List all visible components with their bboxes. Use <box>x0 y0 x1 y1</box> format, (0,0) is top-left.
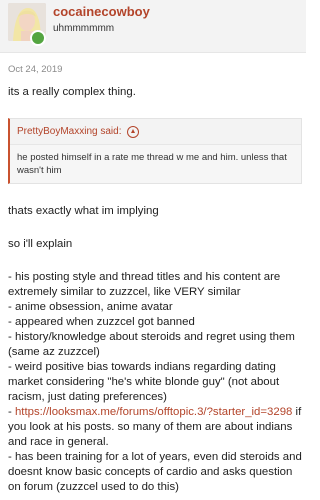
list-item: - weird positive bias towards indians re… <box>8 361 280 403</box>
list-item: - anime obsession, anime avatar <box>8 301 173 313</box>
list-item-prefix: - <box>8 406 15 418</box>
username-link[interactable]: cocainecowboy <box>53 4 150 19</box>
list-item: - his posting style and thread titles an… <box>8 271 281 298</box>
list-item: - appeared when zuzzcel got banned <box>8 316 195 328</box>
post-body: its a really complex thing. PrettyBoyMax… <box>8 85 302 495</box>
quote-text: he posted himself in a rate me thread w … <box>17 152 287 176</box>
post-line: thats exactly what im implying <box>8 205 159 217</box>
forum-link[interactable]: https://looksmax.me/forums/offtopic.3/?s… <box>15 406 292 418</box>
post-line: so i'll explain <box>8 238 73 250</box>
online-status-icon <box>30 30 46 46</box>
post-intro: its a really complex thing. <box>8 86 136 98</box>
arrow-up-circle-icon[interactable] <box>126 125 139 138</box>
quote-block: PrettyBoyMaxxing said: he posted himself… <box>8 118 302 184</box>
quote-header[interactable]: PrettyBoyMaxxing said: <box>10 119 301 145</box>
list-item: - history/knowledge about steroids and r… <box>8 331 295 358</box>
user-title: uhmmmmmm <box>53 23 115 34</box>
quote-author[interactable]: PrettyBoyMaxxing said: <box>17 124 122 139</box>
list-item: - https://looksmax.me/forums/offtopic.3/… <box>8 405 302 450</box>
reason-list: - his posting style and thread titles an… <box>8 270 302 495</box>
list-item: - has been training for a lot of years, … <box>8 451 302 493</box>
post-date[interactable]: Oct 24, 2019 <box>8 64 62 75</box>
post-header: cocainecowboy uhmmmmmm <box>0 0 306 53</box>
